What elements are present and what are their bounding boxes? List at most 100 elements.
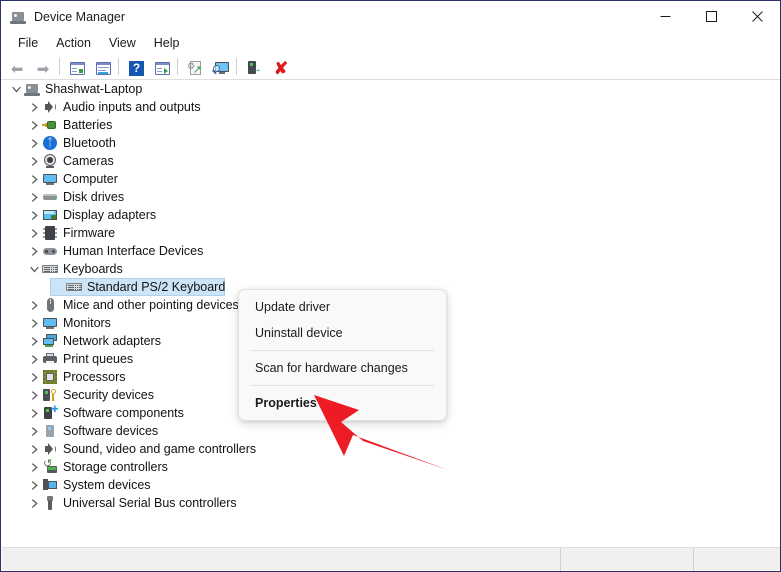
tree-node[interactable]: Firmware	[2, 224, 779, 242]
tree-node-label: Shashwat-Laptop	[45, 81, 142, 97]
chevron-right-icon[interactable]	[26, 297, 42, 313]
properties-button[interactable]	[89, 55, 115, 79]
help-button[interactable]: ?	[122, 55, 148, 79]
tree-node[interactable]: Batteries	[2, 116, 779, 134]
keyboard-icon	[42, 261, 58, 277]
tree-node[interactable]: Display adapters	[2, 206, 779, 224]
security-device-icon	[42, 387, 58, 403]
menu-view[interactable]: View	[100, 34, 145, 53]
chevron-right-icon[interactable]	[26, 423, 42, 439]
chevron-right-icon[interactable]	[26, 99, 42, 115]
scan-for-hardware-changes-button[interactable]	[207, 55, 233, 79]
scan-hardware-icon	[210, 57, 230, 77]
tree-node-label: Print queues	[63, 351, 133, 367]
tree-node-label: Batteries	[63, 117, 112, 133]
speaker-icon	[42, 441, 58, 457]
status-pane-1	[2, 548, 561, 571]
chevron-right-icon[interactable]	[26, 495, 42, 511]
back-arrow-icon: ⬅	[7, 57, 27, 77]
chevron-right-icon[interactable]	[26, 477, 42, 493]
chevron-placeholder	[50, 279, 66, 295]
chevron-right-icon[interactable]	[26, 135, 42, 151]
tree-root-node[interactable]: Shashwat-Laptop	[2, 80, 779, 98]
device-manager-icon	[10, 9, 26, 25]
tree-node[interactable]: Cameras	[2, 152, 779, 170]
usb-icon	[42, 495, 58, 511]
camera-icon	[42, 153, 58, 169]
tree-node-label: Computer	[63, 171, 118, 187]
tree-node-label: Network adapters	[63, 333, 161, 349]
context-menu-properties[interactable]: Properties	[239, 390, 446, 416]
tree-node[interactable]: ↺Storage controllers	[2, 458, 779, 476]
show-hide-console-tree-button[interactable]	[63, 55, 89, 79]
tree-node[interactable]: Computer	[2, 170, 779, 188]
tree-node-label: Processors	[63, 369, 126, 385]
chevron-right-icon[interactable]	[26, 405, 42, 421]
tree-node[interactable]: Disk drives	[2, 188, 779, 206]
back-button[interactable]: ⬅	[4, 55, 30, 79]
close-icon[interactable]	[734, 1, 780, 32]
tree-node[interactable]: Software devices	[2, 422, 779, 440]
forward-arrow-icon: ➡	[33, 57, 53, 77]
context-menu-scan-for-hardware-changes[interactable]: Scan for hardware changes	[239, 355, 446, 381]
context-menu-uninstall-device[interactable]: Uninstall device	[239, 320, 446, 346]
show-hide-action-pane-button[interactable]	[148, 55, 174, 79]
help-question-icon: ?	[125, 57, 145, 77]
tree-node[interactable]: Human Interface Devices	[2, 242, 779, 260]
menu-file[interactable]: File	[9, 34, 47, 53]
chevron-right-icon[interactable]	[26, 351, 42, 367]
window-title: Device Manager	[34, 10, 125, 24]
toolbar: ⬅ ➡? ⚙↗ →✘	[1, 54, 780, 80]
tree-node[interactable]: Keyboards	[2, 260, 779, 278]
update-driver-button[interactable]: ⚙↗	[181, 55, 207, 79]
chevron-right-icon[interactable]	[26, 315, 42, 331]
monitor-icon	[42, 315, 58, 331]
menu-help[interactable]: Help	[145, 34, 189, 53]
tree-node-label: System devices	[63, 477, 151, 493]
tree-node-label: Software components	[63, 405, 184, 421]
menu-action[interactable]: Action	[47, 34, 100, 53]
context-menu-separator	[251, 385, 434, 386]
chevron-down-icon[interactable]	[26, 261, 42, 277]
maximize-icon[interactable]	[688, 1, 734, 32]
battery-icon	[42, 117, 58, 133]
tree-node[interactable]: Sound, video and game controllers	[2, 440, 779, 458]
tree-node-label: Bluetooth	[63, 135, 116, 151]
chevron-right-icon[interactable]	[26, 225, 42, 241]
console-tree-icon	[66, 57, 86, 77]
tree-node-label: Storage controllers	[63, 459, 168, 475]
toolbar-separator	[59, 58, 60, 75]
tree-node[interactable]: Universal Serial Bus controllers	[2, 494, 779, 512]
context-menu-update-driver[interactable]: Update driver	[239, 294, 446, 320]
minimize-icon[interactable]	[642, 1, 688, 32]
chevron-down-icon[interactable]	[8, 81, 24, 97]
chevron-right-icon[interactable]	[26, 333, 42, 349]
speaker-icon	[42, 99, 58, 115]
network-adapter-icon	[42, 333, 58, 349]
chevron-right-icon[interactable]	[26, 387, 42, 403]
tree-node-label: Monitors	[63, 315, 111, 331]
tree-node-label: Human Interface Devices	[63, 243, 203, 259]
system-device-icon	[42, 477, 58, 493]
tree-node[interactable]: ᛏBluetooth	[2, 134, 779, 152]
toolbar-separator	[177, 58, 178, 75]
tree-node-label: Sound, video and game controllers	[63, 441, 256, 457]
forward-button[interactable]: ➡	[30, 55, 56, 79]
chevron-right-icon[interactable]	[26, 441, 42, 457]
chevron-right-icon[interactable]	[26, 207, 42, 223]
chevron-right-icon[interactable]	[26, 243, 42, 259]
chevron-right-icon[interactable]	[26, 171, 42, 187]
status-bar	[2, 547, 780, 570]
chevron-right-icon[interactable]	[26, 189, 42, 205]
tree-node[interactable]: Audio inputs and outputs	[2, 98, 779, 116]
software-component-icon: ✚	[42, 405, 58, 421]
tree-node-label: Disk drives	[63, 189, 124, 205]
chevron-right-icon[interactable]	[26, 459, 42, 475]
tree-node[interactable]: System devices	[2, 476, 779, 494]
enable-device-button[interactable]: →	[240, 55, 266, 79]
toolbar-separator	[236, 58, 237, 75]
chevron-right-icon[interactable]	[26, 153, 42, 169]
chevron-right-icon[interactable]	[26, 117, 42, 133]
uninstall-device-button[interactable]: ✘	[266, 55, 292, 79]
chevron-right-icon[interactable]	[26, 369, 42, 385]
